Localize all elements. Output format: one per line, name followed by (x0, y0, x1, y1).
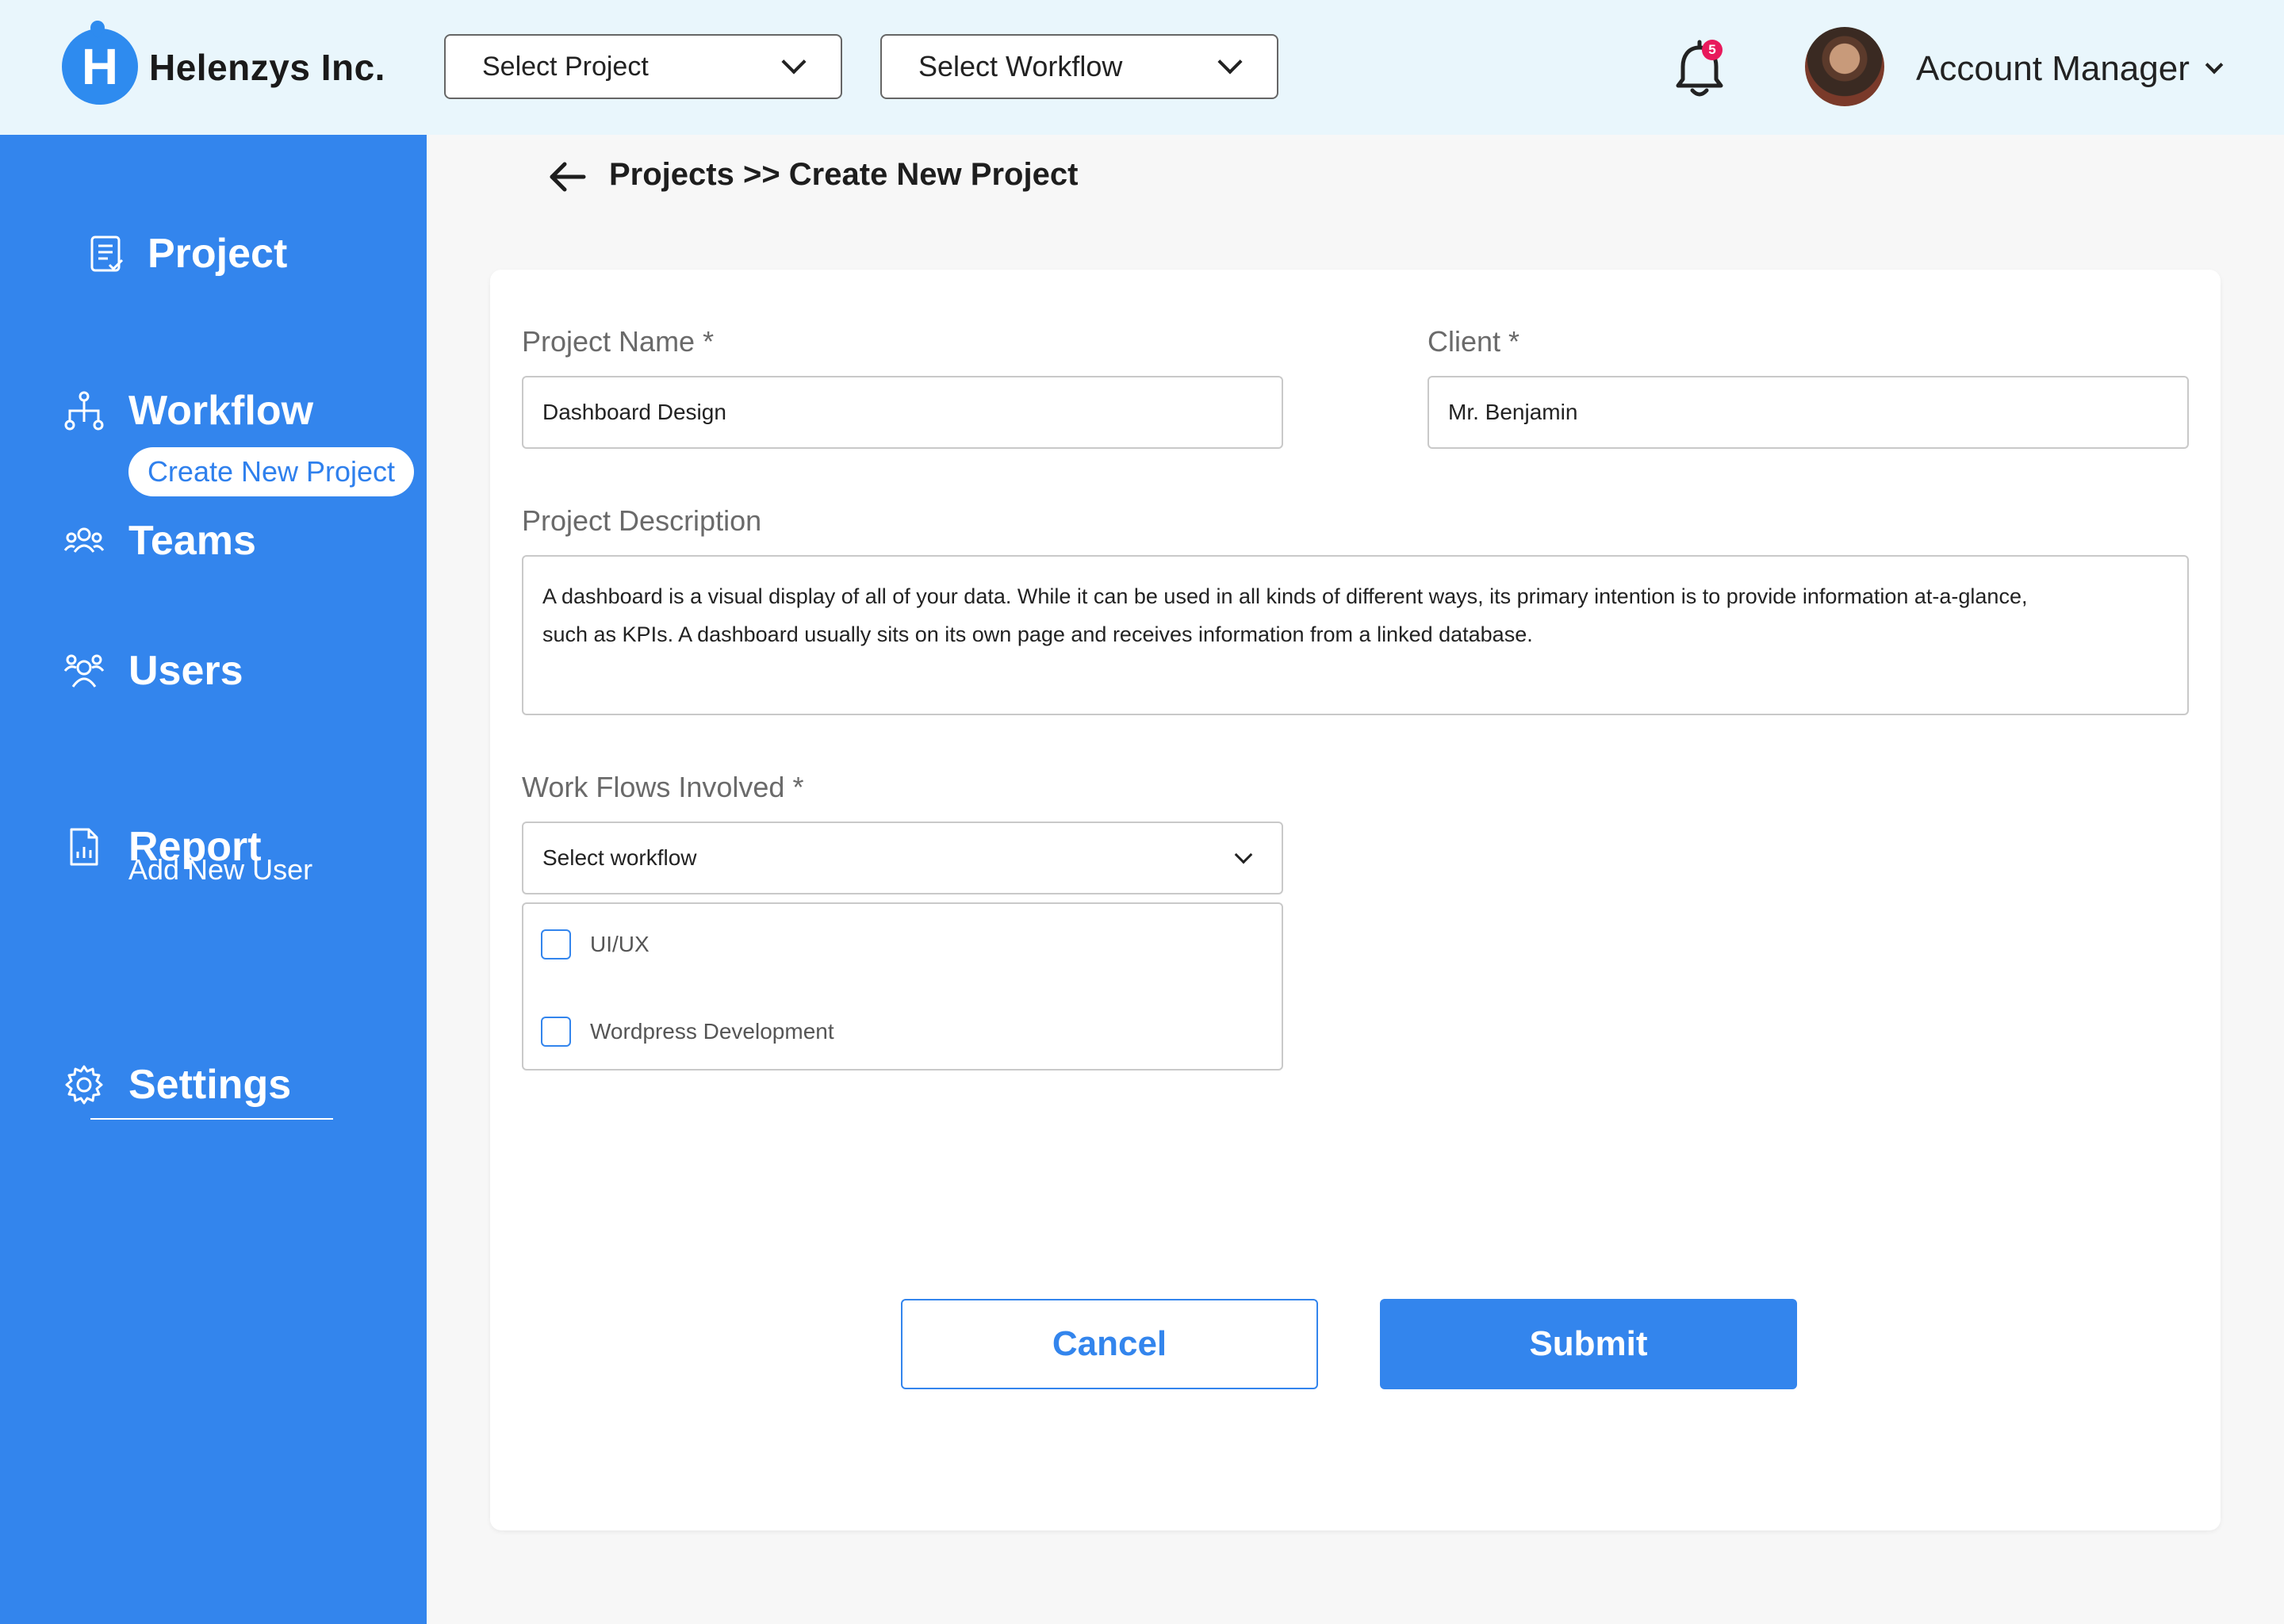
workflow-select-dropdown[interactable]: Select workflow (522, 822, 1283, 894)
create-project-form: Project Name * Dashboard Design Client *… (490, 270, 2221, 1530)
logo-drop-icon (87, 17, 108, 38)
brand-name: Helenzys Inc. (149, 47, 385, 88)
avatar[interactable] (1805, 27, 1884, 106)
workflow-option-uiux[interactable]: UI/UX (541, 929, 650, 959)
project-description-label: Project Description (522, 504, 762, 537)
sidebar-item-label: Workflow (128, 388, 314, 434)
sidebar-item-label: Teams (128, 518, 256, 564)
workflows-label: Work Flows Involved * (522, 771, 804, 803)
client-label: Client * (1428, 325, 1520, 358)
client-field[interactable]: Mr. Benjamin (1428, 376, 2189, 449)
select-project-label: Select Project (482, 51, 649, 82)
sidebar-item-workflow[interactable]: Workflow (63, 387, 313, 435)
submit-button[interactable]: Submit (1380, 1299, 1797, 1389)
logo-letter: H (81, 38, 119, 95)
team-icon (63, 520, 105, 561)
sidebar: Project Create New Project Workflow Team… (0, 135, 427, 1624)
sidebar-item-project[interactable]: Project (86, 230, 287, 278)
project-name-field[interactable]: Dashboard Design (522, 376, 1283, 449)
report-icon (63, 826, 105, 868)
document-list-icon (86, 233, 127, 274)
project-description-field[interactable]: A dashboard is a visual display of all o… (522, 555, 2189, 715)
users-icon (63, 650, 105, 691)
workflow-options-list: UI/UX Wordpress Development (522, 902, 1283, 1071)
sidebar-item-users[interactable]: Users (63, 647, 243, 695)
workflow-tree-icon (63, 390, 105, 431)
workflow-option-label: Wordpress Development (590, 1019, 834, 1044)
gear-icon (63, 1064, 105, 1105)
notification-badge: 5 (1702, 40, 1723, 60)
select-workflow-dropdown[interactable]: Select Workflow (880, 34, 1278, 99)
sidebar-divider (90, 1118, 333, 1120)
sidebar-sub-create-project[interactable]: Create New Project (128, 447, 414, 496)
workflow-option-wordpress[interactable]: Wordpress Development (541, 1017, 834, 1047)
project-name-label: Project Name * (522, 325, 715, 358)
cancel-button[interactable]: Cancel (901, 1299, 1318, 1389)
sidebar-item-settings[interactable]: Settings (63, 1061, 291, 1109)
chevron-down-icon[interactable] (2205, 56, 2224, 75)
workflow-option-label: UI/UX (590, 932, 650, 956)
select-project-dropdown[interactable]: Select Project (444, 34, 842, 99)
sidebar-item-report[interactable]: Report (63, 823, 262, 871)
sidebar-item-label: Users (128, 648, 243, 694)
breadcrumb: Projects >> Create New Project (609, 157, 1079, 192)
chevron-down-icon (1217, 49, 1243, 75)
sidebar-item-label: Project (148, 231, 288, 277)
account-name[interactable]: Account Manager (1916, 49, 2190, 89)
back-arrow-icon[interactable] (547, 157, 587, 197)
chevron-down-icon (1234, 845, 1253, 864)
workflow-select-label: Select workflow (542, 845, 697, 870)
brand-logo[interactable]: H (62, 17, 138, 105)
sidebar-item-teams[interactable]: Teams (63, 517, 256, 565)
sidebar-item-label: Settings (128, 1062, 292, 1108)
sidebar-item-label: Report (128, 824, 262, 870)
project-description-text: A dashboard is a visual display of all o… (542, 584, 2028, 646)
chevron-down-icon (781, 49, 807, 75)
checkbox[interactable] (541, 1017, 571, 1047)
checkbox[interactable] (541, 929, 571, 959)
top-header: H Helenzys Inc. Select Project Select Wo… (0, 0, 2284, 135)
select-workflow-label: Select Workflow (918, 50, 1123, 82)
